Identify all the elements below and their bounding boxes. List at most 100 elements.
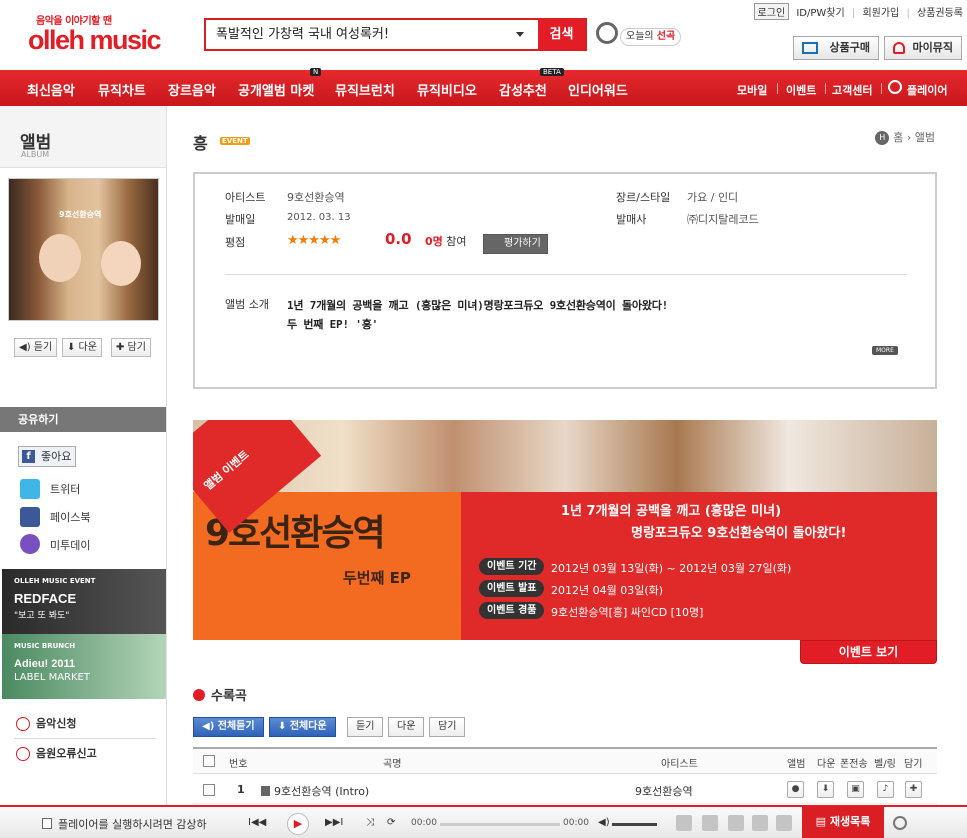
table-row: 1 9호선환승역 (Intro) 9호선환승역 ● ⬇ ▣ ♪ ✚ — [193, 776, 937, 804]
rating-label: 평점 — [225, 236, 246, 249]
nav-mobile[interactable]: 모바일 — [737, 82, 767, 98]
search-input[interactable]: 폭발적인 가창력 국내 여성록커! — [206, 20, 536, 49]
phone-send-icon[interactable]: ▣ — [847, 781, 864, 798]
signup-link[interactable]: 회원가입 — [862, 8, 899, 19]
today-pick-prefix: 오늘의 — [626, 31, 657, 42]
add-icon[interactable] — [752, 815, 768, 831]
facebook-icon[interactable] — [20, 507, 40, 527]
download-icon[interactable] — [676, 815, 692, 831]
buy-product-button[interactable]: 상품구매 — [793, 36, 879, 60]
track-checkbox[interactable] — [203, 784, 215, 796]
redface-event-banner[interactable]: OLLEH MUSIC EVENT REDFACE "보고 또 봐도" — [2, 569, 166, 634]
add-button[interactable]: ✚ 담기 — [111, 338, 151, 357]
ad-title: REDFACE — [14, 591, 77, 606]
event-announce-label: 이벤트 발표 — [479, 580, 545, 597]
event-prize-label: 이벤트 경품 — [479, 602, 545, 619]
playlist-icon: ▤ — [815, 815, 830, 828]
nav-player[interactable]: 플레이어 — [907, 82, 947, 98]
gift-card-link[interactable]: 상품권등록 — [917, 8, 963, 19]
more-button[interactable]: MORE — [872, 346, 898, 355]
ad-subtitle: "보고 또 봐도" — [14, 611, 70, 621]
music-request-link[interactable]: 음악신청 — [16, 715, 76, 731]
col-title: 곡명 — [383, 759, 402, 770]
breadcrumb-current: 앨범 — [914, 131, 935, 144]
top-links: 로그인 ID/PW찾기 | 회원가입 | 상품권등록 — [750, 3, 963, 20]
album-icon[interactable] — [702, 815, 718, 831]
search-dropdown-icon[interactable] — [516, 32, 524, 37]
nav-mood-recommend[interactable]: 감성추천 — [499, 80, 547, 99]
seek-bar[interactable] — [440, 823, 560, 826]
page-title: 흥 — [193, 134, 208, 153]
sidebar-header: 앨범 ALBUM — [0, 106, 166, 168]
shuffle-icon[interactable]: ⤨ — [366, 817, 374, 828]
bell-ring-icon[interactable]: ♪ — [877, 781, 894, 798]
download-button[interactable]: ⬇ 다운 — [62, 338, 102, 357]
volume-icon[interactable]: ◀) — [598, 817, 610, 828]
nav-indie-award[interactable]: 인디어워드 — [568, 80, 628, 99]
event-prize-value: 9호선환승역[흥] 싸인CD [10명] — [551, 606, 704, 619]
track-artist[interactable]: 9호선환승역 — [635, 783, 693, 799]
repeat-icon[interactable]: ⟳ — [387, 817, 395, 828]
play-icon — [888, 80, 902, 94]
nav-genre-music[interactable]: 장르음악 — [168, 80, 216, 99]
album-icon[interactable]: ● — [787, 781, 804, 798]
buy-product-label: 상품구매 — [829, 41, 870, 54]
nav-latest-music[interactable]: 최신음악 — [27, 80, 75, 99]
my-music-button[interactable]: 마이뮤직 — [884, 36, 962, 60]
breadcrumb-home[interactable]: 홈 — [893, 131, 903, 144]
download-icon[interactable]: ⬇ — [817, 781, 834, 798]
twitter-icon[interactable] — [20, 479, 40, 499]
me2day-icon[interactable] — [20, 534, 40, 554]
select-all-checkbox[interactable] — [203, 755, 215, 767]
nav-music-video[interactable]: 뮤직비디오 — [417, 80, 477, 99]
download-selected-button[interactable]: 다운 — [388, 717, 425, 737]
add-icon[interactable]: ✚ — [905, 781, 922, 798]
rate-button[interactable]: 평가하기 — [483, 234, 548, 254]
share-twitter[interactable]: 트위터 — [50, 481, 80, 497]
play-button[interactable]: ▶ — [287, 813, 309, 835]
nav-customer-center[interactable]: 고객센터 — [832, 82, 872, 98]
login-link[interactable]: 로그인 — [753, 3, 790, 20]
track-title[interactable]: 9호선환승역 (Intro) — [261, 783, 369, 799]
today-pick-accent: 선곡 — [656, 31, 676, 42]
error-report-link[interactable]: 음원오류신고 — [16, 745, 97, 761]
today-pick-button[interactable]: 오늘의 선곡 — [620, 28, 682, 46]
gear-icon[interactable] — [893, 816, 907, 830]
olleh-music-logo[interactable]: olleh music — [28, 25, 162, 56]
share-icon[interactable] — [776, 815, 792, 831]
listen-button[interactable]: ◀) 듣기 — [14, 338, 58, 357]
nav-divider — [881, 83, 882, 94]
intro-text: 두 번째 EP! '흥' — [287, 318, 379, 331]
next-button[interactable]: ▶▶I — [325, 817, 343, 828]
tracklist-title-label: 수록곡 — [211, 689, 247, 704]
share-facebook[interactable]: 페이스북 — [50, 509, 90, 525]
vote-count: 0명 — [425, 235, 443, 248]
artist-value[interactable]: 9호선환승역 — [287, 189, 345, 205]
music-brunch-banner[interactable]: MUSIC BRUNCH Adieu! 2011 LABEL MARKET — [2, 634, 166, 699]
event-view-button[interactable]: 이벤트 보기 — [800, 640, 937, 664]
download-all-button[interactable]: ⬇ 전체다운 — [269, 717, 336, 737]
share-me2day[interactable]: 미투데이 — [50, 537, 90, 553]
phone-icon[interactable] — [728, 815, 744, 831]
listen-selected-button[interactable]: 듣기 — [347, 717, 384, 737]
add-selected-button[interactable]: 담기 — [429, 717, 466, 737]
facebook-like-button[interactable]: f 좋아요 — [18, 446, 77, 467]
volume-slider[interactable] — [612, 823, 657, 826]
find-id-pw-link[interactable]: ID/PW찾기 — [796, 8, 844, 19]
playlist-button[interactable]: ▤ 재생목록 — [802, 807, 884, 838]
album-cover[interactable]: 9호선환승역 — [8, 178, 159, 321]
nav-music-chart[interactable]: 뮤직차트 — [98, 80, 146, 99]
nav-music-brunch[interactable]: 뮤직브런치 — [335, 80, 395, 99]
ad-category: OLLEH MUSIC EVENT — [14, 577, 96, 585]
vote-suffix: 참여 — [442, 235, 467, 248]
album-info-box: 아티스트 9호선환승역 발매일 2012. 03. 13 평점 ★★★★★ 0.… — [193, 172, 937, 389]
left-sidebar: 앨범 ALBUM 9호선환승역 ◀) 듣기 ⬇ 다운 ✚ 담기 공유하기 f 좋아… — [0, 106, 167, 806]
album-event-banner[interactable]: 9호선환승역 두번째 EP 1년 7개월의 공백을 깨고 (흥많은 미녀) 명랑… — [193, 420, 937, 640]
home-icon[interactable]: H — [875, 131, 890, 145]
search-button[interactable]: 검색 — [538, 20, 585, 49]
nav-open-album-market[interactable]: 공개앨범 마켓 — [238, 80, 314, 99]
nav-event[interactable]: 이벤트 — [786, 82, 816, 98]
col-phone-send: 폰전송 — [840, 759, 868, 770]
previous-button[interactable]: I◀◀ — [248, 817, 266, 828]
play-all-button[interactable]: ◀) 전체듣기 — [193, 717, 264, 737]
